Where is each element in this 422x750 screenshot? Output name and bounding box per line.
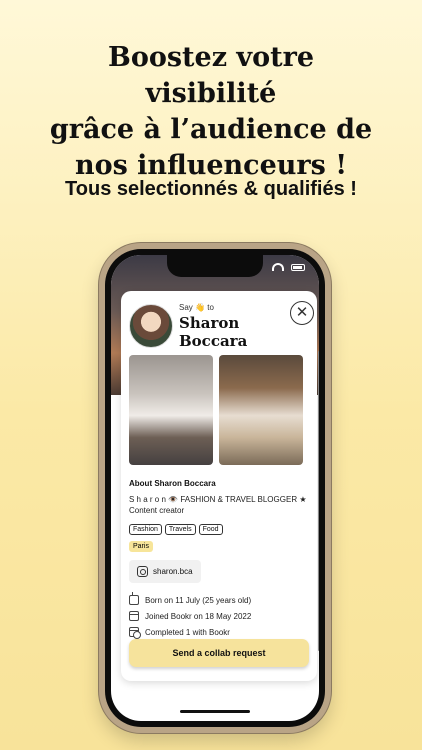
profile-bio: S h a r o n 👁️ FASHION & TRAVEL BLOGGER …: [129, 495, 307, 515]
about-title: About Sharon Boccara: [129, 479, 216, 488]
wifi-icon: [272, 263, 285, 271]
headline-line-2: grâce à l’audience de: [49, 114, 373, 145]
profile-facts: Born on 11 July (25 years old) Joined Bo…: [129, 592, 309, 640]
profile-card: Say 👋 to Sharon Boccara ✕ About Sharon B…: [121, 291, 319, 681]
phone-notch: [167, 255, 263, 277]
profile-photo-2[interactable]: [219, 355, 303, 465]
scrollbar[interactable]: [318, 351, 319, 651]
avatar: [129, 304, 173, 348]
city-badge: Paris: [129, 541, 153, 552]
calendar-check-icon: [129, 627, 141, 639]
cake-icon: [129, 592, 139, 605]
wave-icon: 👋: [195, 302, 205, 312]
say-suffix: to: [207, 302, 214, 312]
phone-screen: Say 👋 to Sharon Boccara ✕ About Sharon B…: [111, 255, 319, 721]
tag-fashion: Fashion: [129, 524, 162, 535]
phone-mockup: Say 👋 to Sharon Boccara ✕ About Sharon B…: [99, 243, 331, 733]
hero-subheadline: Tous selectionnés & qualifiés !: [65, 178, 357, 200]
fact-completed: Completed 1 with Bookr: [129, 624, 309, 640]
status-bar: [272, 263, 305, 273]
instagram-handle: sharon.bca: [153, 567, 193, 576]
instagram-icon: [137, 566, 148, 577]
profile-name: Sharon Boccara: [179, 313, 248, 350]
tag-travels: Travels: [164, 524, 196, 535]
say-prefix: Say: [179, 302, 193, 312]
home-indicator: [180, 710, 250, 713]
profile-header: Say 👋 to Sharon Boccara: [129, 301, 309, 351]
born-text: Born on 11 July (25 years old): [145, 595, 252, 605]
joined-text: Joined Bookr on 18 May 2022: [145, 611, 252, 621]
completed-text: Completed 1 with Bookr: [145, 627, 230, 637]
fact-joined: Joined Bookr on 18 May 2022: [129, 608, 309, 624]
close-icon[interactable]: ✕: [290, 301, 314, 325]
battery-icon: [291, 264, 305, 271]
profile-photo-1[interactable]: [129, 355, 213, 465]
fact-born: Born on 11 July (25 years old): [129, 592, 309, 608]
instagram-link[interactable]: sharon.bca: [129, 560, 201, 583]
send-collab-request-button[interactable]: Send a collab request: [129, 639, 309, 667]
category-tags: Fashion Travels Food: [129, 524, 309, 535]
headline-line-1: Boostez votre visibilité: [108, 42, 314, 109]
calendar-icon: [129, 611, 139, 621]
tag-food: Food: [198, 524, 223, 535]
profile-photos: [129, 355, 309, 465]
hero-headline: Boostez votre visibilité grâce à l’audie…: [0, 40, 422, 184]
